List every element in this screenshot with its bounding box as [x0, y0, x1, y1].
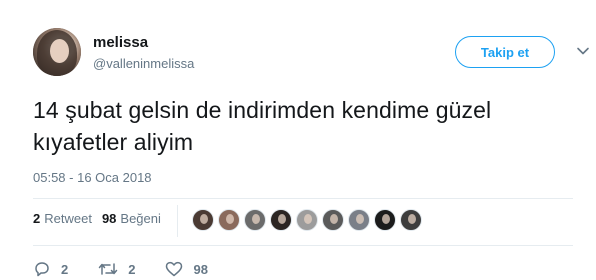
tweet-card: melissa @valleninmelissa Takip et 14 şub…: [0, 0, 596, 280]
reply-icon: [35, 262, 49, 277]
stats-separator: [177, 205, 178, 237]
liker-avatar-4[interactable]: [270, 209, 292, 231]
heart-icon: [166, 261, 183, 277]
liker-avatars: [192, 209, 426, 231]
retweet-count: 2: [128, 261, 136, 277]
liker-avatar-1[interactable]: [192, 209, 214, 231]
user-handle[interactable]: @valleninmelissa: [93, 56, 194, 71]
liker-avatar-6[interactable]: [322, 209, 344, 231]
retweet-stat[interactable]: 2 Retweet: [33, 211, 92, 226]
tweet-text-line-2: kıyafetler aliyim: [33, 129, 194, 155]
like-count: 98: [193, 261, 208, 277]
divider: [33, 198, 573, 199]
like-stat-label: Beğeni: [120, 211, 161, 226]
liker-avatar-9[interactable]: [400, 209, 422, 231]
liker-avatar-8[interactable]: [374, 209, 396, 231]
divider: [33, 245, 573, 246]
retweet-icon: [98, 263, 118, 275]
avatar[interactable]: [33, 28, 81, 76]
tweet-actions: 2 2 98: [33, 261, 238, 277]
retweet-stat-count: 2: [33, 211, 41, 226]
liker-avatar-2[interactable]: [218, 209, 240, 231]
follow-button[interactable]: Takip et: [455, 36, 555, 68]
retweet-button[interactable]: 2: [98, 261, 135, 277]
like-stat[interactable]: 98 Beğeni: [102, 211, 161, 226]
tweet-timestamp[interactable]: 05:58 - 16 Oca 2018: [33, 170, 152, 185]
liker-avatar-5[interactable]: [296, 209, 318, 231]
chevron-down-icon[interactable]: [576, 44, 590, 58]
tweet-text: 14 şubat gelsin de indirimden kendime gü…: [33, 94, 573, 158]
reply-button[interactable]: 2: [33, 261, 68, 277]
user-name[interactable]: melissa: [93, 34, 148, 51]
tweet-stats: 2 Retweet 98 Beğeni: [33, 211, 171, 226]
like-button[interactable]: 98: [165, 261, 208, 277]
liker-avatar-3[interactable]: [244, 209, 266, 231]
like-stat-count: 98: [101, 211, 117, 226]
retweet-stat-label: Retweet: [44, 211, 92, 226]
liker-avatar-7[interactable]: [348, 209, 370, 231]
reply-count: 2: [61, 261, 69, 277]
tweet-text-line-1: 14 şubat gelsin de indirimden kendime gü…: [33, 97, 492, 123]
